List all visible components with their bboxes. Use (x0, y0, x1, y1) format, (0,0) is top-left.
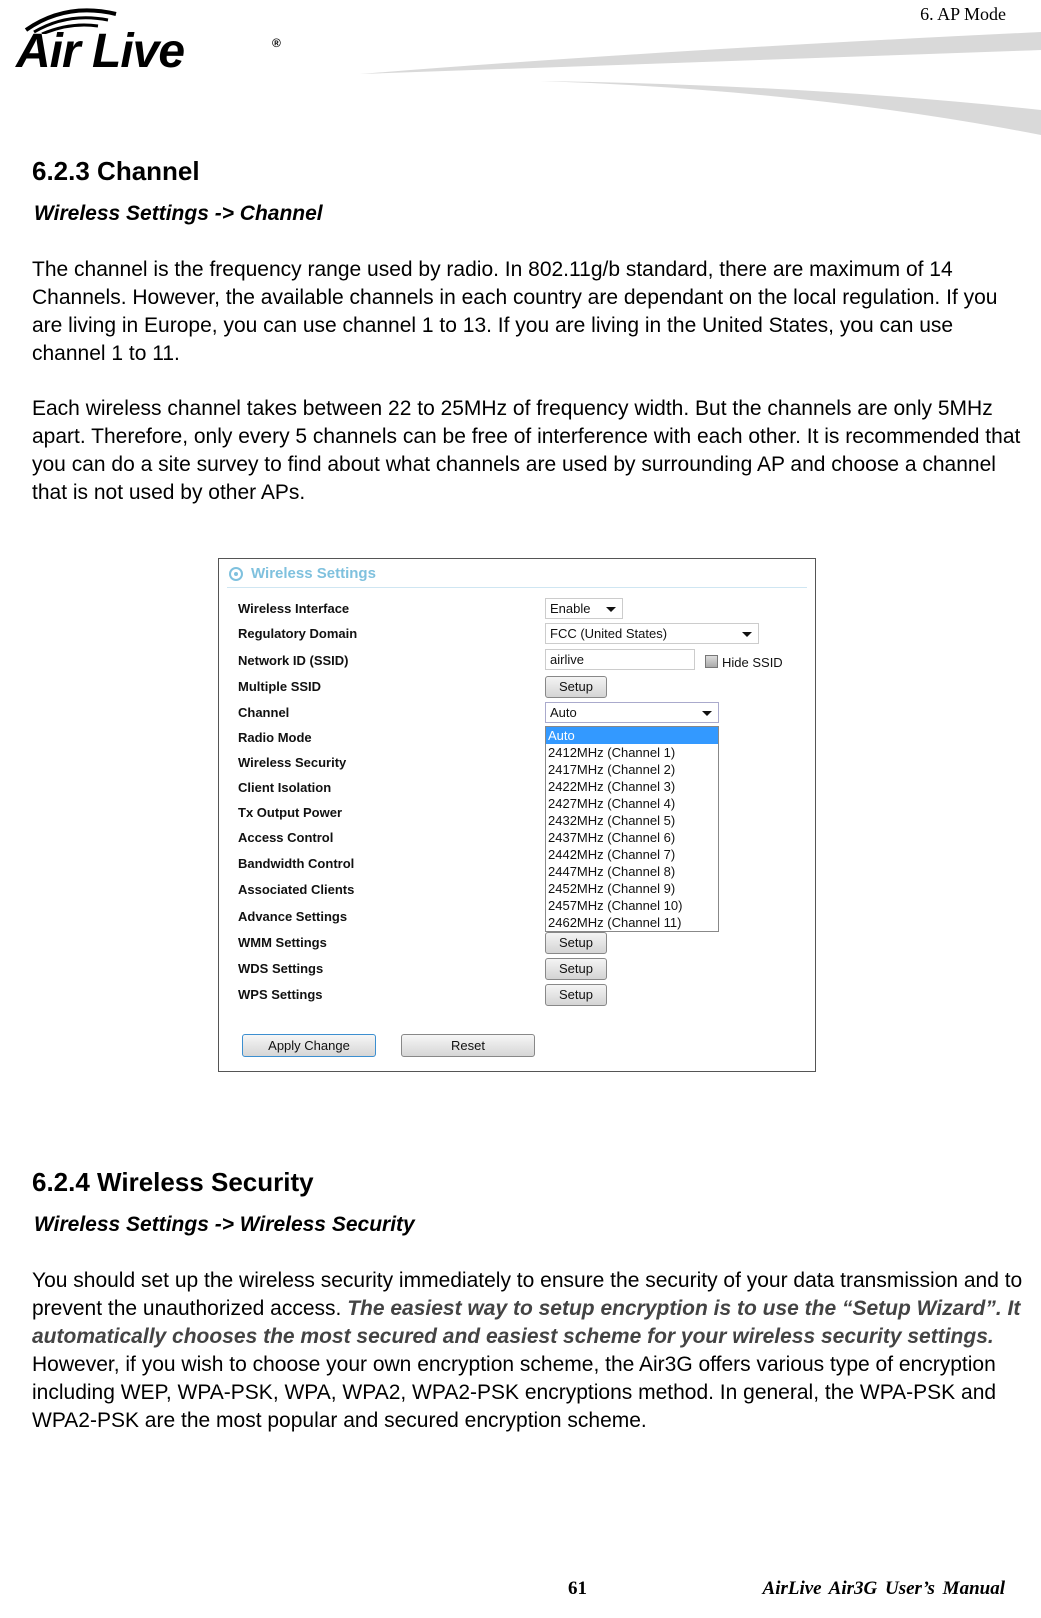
ssid-input[interactable]: airlive (545, 649, 695, 670)
channel-option[interactable]: 2427MHz (Channel 4) (546, 795, 718, 812)
section-heading-wireless-security: 6.2.4 Wireless Security (32, 1167, 314, 1197)
label-client-isolation: Client Isolation (238, 780, 332, 795)
reset-button[interactable]: Reset (401, 1034, 535, 1057)
regulatory-domain-select[interactable]: FCC (United States) (545, 623, 759, 644)
wireless-settings-screenshot: Wireless Settings Wireless Interface Reg… (218, 558, 816, 1072)
section-path-wireless-security: Wireless Settings -> Wireless Security (34, 1213, 415, 1236)
label-wmm-settings: WMM Settings (238, 935, 327, 950)
wireless-interface-select[interactable]: Enable (545, 598, 623, 619)
section-path-channel: Wireless Settings -> Channel (34, 202, 323, 225)
ssid-value: airlive (550, 652, 584, 667)
label-bandwidth-control: Bandwidth Control (238, 856, 355, 871)
label-access-control: Access Control (238, 830, 334, 845)
section-heading-channel: 6.2.3 Channel (32, 156, 200, 186)
channel-option[interactable]: 2417MHz (Channel 2) (546, 761, 718, 778)
channel-value: Auto (550, 705, 577, 720)
label-wps-settings: WPS Settings (238, 987, 323, 1002)
regulatory-domain-value: FCC (United States) (550, 626, 668, 641)
header-swoosh-decoration (360, 32, 1041, 135)
airlive-logo: Air Live ® (14, 4, 284, 80)
security-paragraph: You should set up the wireless security … (32, 1267, 1032, 1435)
channel-option[interactable]: 2432MHz (Channel 5) (546, 812, 718, 829)
hide-ssid-label: Hide SSID (722, 655, 783, 670)
chevron-down-icon (606, 607, 616, 612)
channel-option[interactable]: 2452MHz (Channel 9) (546, 880, 718, 897)
apply-change-button[interactable]: Apply Change (242, 1034, 376, 1057)
multiple-ssid-setup-button[interactable]: Setup (545, 676, 607, 698)
label-wds-settings: WDS Settings (238, 961, 324, 976)
channel-paragraph-2: Each wireless channel takes between 22 t… (32, 397, 1021, 504)
label-multiple-ssid: Multiple SSID (238, 679, 322, 694)
page-number: 61 (568, 1578, 587, 1599)
label-associated-clients: Associated Clients (238, 882, 355, 897)
chapter-label: 6. AP Mode (920, 4, 1006, 24)
panel-title: Wireless Settings (251, 565, 376, 582)
label-wireless-interface: Wireless Interface (238, 601, 350, 616)
label-advance-settings: Advance Settings (238, 909, 348, 924)
label-network-id: Network ID (SSID) (238, 653, 349, 668)
channel-option[interactable]: 2462MHz (Channel 11) (546, 914, 718, 931)
label-tx-output-power: Tx Output Power (238, 805, 342, 820)
target-icon (229, 567, 243, 581)
channel-option[interactable]: 2422MHz (Channel 3) (546, 778, 718, 795)
label-wireless-security: Wireless Security (238, 755, 347, 770)
channel-option[interactable]: 2457MHz (Channel 10) (546, 897, 718, 914)
channel-paragraph-1: The channel is the frequency range used … (32, 258, 998, 365)
channel-option[interactable]: 2447MHz (Channel 8) (546, 863, 718, 880)
channel-option[interactable]: 2437MHz (Channel 6) (546, 829, 718, 846)
label-radio-mode: Radio Mode (238, 730, 312, 745)
channel-option[interactable]: Auto (546, 727, 718, 744)
channel-dropdown-list[interactable]: Auto 2412MHz (Channel 1) 2417MHz (Channe… (545, 726, 719, 932)
wds-setup-button[interactable]: Setup (545, 958, 607, 980)
panel-header: Wireless Settings (227, 565, 807, 588)
chevron-down-icon (742, 632, 752, 637)
wps-setup-button[interactable]: Setup (545, 984, 607, 1006)
logo-text: Air Live (16, 25, 185, 78)
wireless-interface-value: Enable (550, 601, 591, 616)
channel-option[interactable]: 2412MHz (Channel 1) (546, 744, 718, 761)
channel-select[interactable]: Auto (545, 702, 719, 723)
security-text-part2: However, if you wish to choose your own … (32, 1353, 997, 1432)
label-regulatory-domain: Regulatory Domain (238, 626, 358, 641)
label-channel: Channel (238, 705, 290, 720)
registered-mark: ® (272, 36, 281, 50)
hide-ssid-checkbox[interactable] (705, 655, 718, 668)
channel-option[interactable]: 2442MHz (Channel 7) (546, 846, 718, 863)
chevron-down-icon (702, 711, 712, 716)
wmm-setup-button[interactable]: Setup (545, 932, 607, 954)
manual-title: AirLive Air3G User’s Manual (762, 1578, 1005, 1599)
